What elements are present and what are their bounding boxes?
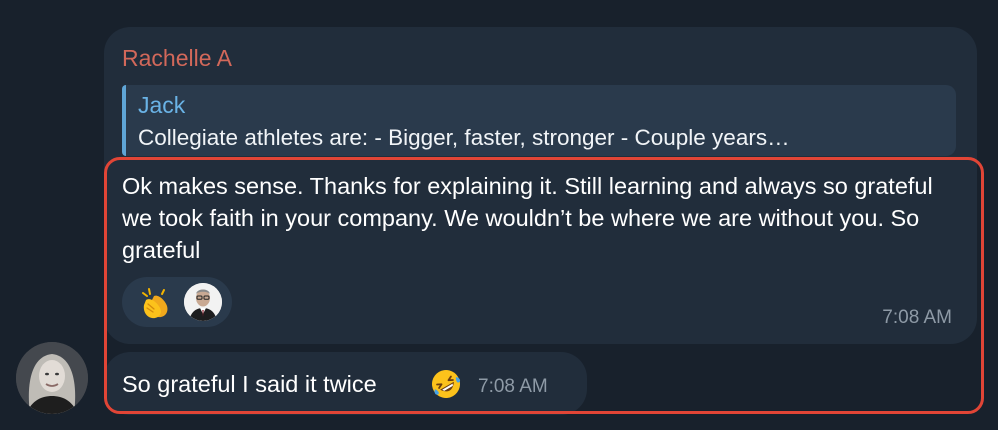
reply-text: Collegiate athletes are: - Bigger, faste… xyxy=(138,125,790,150)
sender-name[interactable]: Rachelle A xyxy=(122,45,232,72)
clapping-hands-icon xyxy=(142,288,168,319)
reaction-chip[interactable] xyxy=(122,277,232,327)
reactor-avatar-photo-icon xyxy=(184,283,222,321)
followup-message-text: So grateful I said it twice xyxy=(122,371,377,397)
rolling-on-floor-laughing-icon xyxy=(432,370,461,398)
followup-timestamp: 7:08 AM xyxy=(478,376,548,397)
sender-avatar-photo-icon xyxy=(16,342,88,414)
reply-quote[interactable]: Jack Collegiate athletes are: - Bigger, … xyxy=(122,85,956,156)
message-timestamp: 7:08 AM xyxy=(882,307,952,328)
reply-accent-bar xyxy=(122,85,126,156)
reply-author: Jack xyxy=(138,92,186,118)
reactor-avatar[interactable] xyxy=(184,283,222,321)
sender-avatar[interactable] xyxy=(16,342,88,414)
message-text: Ok makes sense. Thanks for explaining it… xyxy=(122,173,933,263)
